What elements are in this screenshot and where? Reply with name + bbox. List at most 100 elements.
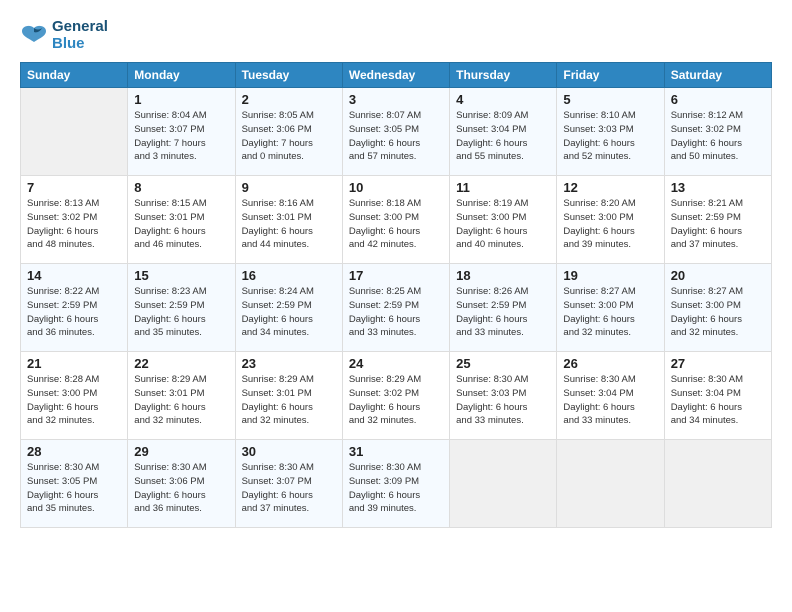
calendar-cell: 27 Sunrise: 8:30 AM Sunset: 3:04 PM Dayli… — [664, 352, 771, 440]
calendar-week-5: 28Sunrise: 8:30 AM Sunset: 3:05 PM Dayli… — [21, 440, 772, 528]
calendar-cell — [21, 88, 128, 176]
day-info: Sunrise: 8:30 AM Sunset: 3:04 PM Dayligh… — [671, 373, 765, 428]
day-number: 5 — [563, 92, 657, 107]
calendar-week-1: 1Sunrise: 8:04 AM Sunset: 3:07 PM Daylig… — [21, 88, 772, 176]
day-info: Sunrise: 8:19 AM Sunset: 3:00 PM Dayligh… — [456, 197, 550, 252]
day-number: 3 — [349, 92, 443, 107]
day-number: 27 — [671, 356, 765, 371]
calendar-cell: 21Sunrise: 8:28 AM Sunset: 3:00 PM Dayli… — [21, 352, 128, 440]
calendar-cell: 26 Sunrise: 8:30 AM Sunset: 3:04 PM Dayli… — [557, 352, 664, 440]
calendar-cell: 15 Sunrise: 8:23 AM Sunset: 2:59 PM Dayli… — [128, 264, 235, 352]
day-number: 8 — [134, 180, 228, 195]
day-number: 23 — [242, 356, 336, 371]
day-number: 25 — [456, 356, 550, 371]
calendar-cell: 2 Sunrise: 8:05 AM Sunset: 3:06 PM Daylig… — [235, 88, 342, 176]
day-info: Sunrise: 8:13 AM Sunset: 3:02 PM Dayligh… — [27, 197, 121, 252]
day-info: Sunrise: 8:21 AM Sunset: 2:59 PM Dayligh… — [671, 197, 765, 252]
calendar-cell: 6 Sunrise: 8:12 AM Sunset: 3:02 PM Daylig… — [664, 88, 771, 176]
day-info: Sunrise: 8:29 AM Sunset: 3:01 PM Dayligh… — [134, 373, 228, 428]
day-number: 31 — [349, 444, 443, 459]
calendar-week-4: 21Sunrise: 8:28 AM Sunset: 3:00 PM Dayli… — [21, 352, 772, 440]
calendar-cell: 8 Sunrise: 8:15 AM Sunset: 3:01 PM Daylig… — [128, 176, 235, 264]
calendar-cell: 16 Sunrise: 8:24 AM Sunset: 2:59 PM Dayli… — [235, 264, 342, 352]
day-number: 19 — [563, 268, 657, 283]
calendar-cell: 20Sunrise: 8:27 AM Sunset: 3:00 PM Dayli… — [664, 264, 771, 352]
logo-icon — [20, 24, 48, 46]
logo-text: General Blue — [52, 18, 108, 52]
calendar-cell: 25Sunrise: 8:30 AM Sunset: 3:03 PM Dayli… — [450, 352, 557, 440]
calendar-cell: 4 Sunrise: 8:09 AM Sunset: 3:04 PM Daylig… — [450, 88, 557, 176]
day-number: 30 — [242, 444, 336, 459]
day-info: Sunrise: 8:26 AM Sunset: 2:59 PM Dayligh… — [456, 285, 550, 340]
calendar-cell: 28Sunrise: 8:30 AM Sunset: 3:05 PM Dayli… — [21, 440, 128, 528]
weekday-header-friday: Friday — [557, 63, 664, 88]
calendar-cell: 23 Sunrise: 8:29 AM Sunset: 3:01 PM Dayli… — [235, 352, 342, 440]
calendar-cell — [557, 440, 664, 528]
day-number: 7 — [27, 180, 121, 195]
calendar-cell: 12 Sunrise: 8:20 AM Sunset: 3:00 PM Dayli… — [557, 176, 664, 264]
day-number: 29 — [134, 444, 228, 459]
day-info: Sunrise: 8:30 AM Sunset: 3:04 PM Dayligh… — [563, 373, 657, 428]
calendar-cell: 3 Sunrise: 8:07 AM Sunset: 3:05 PM Daylig… — [342, 88, 449, 176]
logo: General Blue — [20, 18, 108, 52]
day-info: Sunrise: 8:12 AM Sunset: 3:02 PM Dayligh… — [671, 109, 765, 164]
day-info: Sunrise: 8:15 AM Sunset: 3:01 PM Dayligh… — [134, 197, 228, 252]
page: General Blue SundayMondayTuesdayWednesda… — [0, 0, 792, 612]
day-number: 14 — [27, 268, 121, 283]
header: General Blue — [20, 18, 772, 52]
day-number: 13 — [671, 180, 765, 195]
calendar-cell: 22 Sunrise: 8:29 AM Sunset: 3:01 PM Dayli… — [128, 352, 235, 440]
day-number: 9 — [242, 180, 336, 195]
calendar-cell: 30Sunrise: 8:30 AM Sunset: 3:07 PM Dayli… — [235, 440, 342, 528]
day-info: Sunrise: 8:28 AM Sunset: 3:00 PM Dayligh… — [27, 373, 121, 428]
calendar-body: 1Sunrise: 8:04 AM Sunset: 3:07 PM Daylig… — [21, 88, 772, 528]
day-info: Sunrise: 8:22 AM Sunset: 2:59 PM Dayligh… — [27, 285, 121, 340]
day-info: Sunrise: 8:07 AM Sunset: 3:05 PM Dayligh… — [349, 109, 443, 164]
day-info: Sunrise: 8:27 AM Sunset: 3:00 PM Dayligh… — [563, 285, 657, 340]
calendar-cell: 24 Sunrise: 8:29 AM Sunset: 3:02 PM Dayli… — [342, 352, 449, 440]
day-info: Sunrise: 8:10 AM Sunset: 3:03 PM Dayligh… — [563, 109, 657, 164]
weekday-header-saturday: Saturday — [664, 63, 771, 88]
day-info: Sunrise: 8:18 AM Sunset: 3:00 PM Dayligh… — [349, 197, 443, 252]
day-number: 1 — [134, 92, 228, 107]
day-number: 4 — [456, 92, 550, 107]
day-number: 6 — [671, 92, 765, 107]
day-number: 26 — [563, 356, 657, 371]
day-info: Sunrise: 8:25 AM Sunset: 2:59 PM Dayligh… — [349, 285, 443, 340]
calendar-cell: 5 Sunrise: 8:10 AM Sunset: 3:03 PM Daylig… — [557, 88, 664, 176]
calendar-cell: 17Sunrise: 8:25 AM Sunset: 2:59 PM Dayli… — [342, 264, 449, 352]
day-number: 11 — [456, 180, 550, 195]
calendar-cell — [664, 440, 771, 528]
calendar-cell: 9 Sunrise: 8:16 AM Sunset: 3:01 PM Daylig… — [235, 176, 342, 264]
day-info: Sunrise: 8:24 AM Sunset: 2:59 PM Dayligh… — [242, 285, 336, 340]
day-number: 16 — [242, 268, 336, 283]
day-info: Sunrise: 8:30 AM Sunset: 3:06 PM Dayligh… — [134, 461, 228, 516]
calendar-cell: 19 Sunrise: 8:27 AM Sunset: 3:00 PM Dayli… — [557, 264, 664, 352]
weekday-header-wednesday: Wednesday — [342, 63, 449, 88]
calendar-cell: 14 Sunrise: 8:22 AM Sunset: 2:59 PM Dayli… — [21, 264, 128, 352]
calendar-cell — [450, 440, 557, 528]
calendar-cell: 10 Sunrise: 8:18 AM Sunset: 3:00 PM Dayli… — [342, 176, 449, 264]
calendar-cell: 31 Sunrise: 8:30 AM Sunset: 3:09 PM Dayli… — [342, 440, 449, 528]
calendar-cell: 1Sunrise: 8:04 AM Sunset: 3:07 PM Daylig… — [128, 88, 235, 176]
day-info: Sunrise: 8:09 AM Sunset: 3:04 PM Dayligh… — [456, 109, 550, 164]
day-number: 10 — [349, 180, 443, 195]
calendar-cell: 29 Sunrise: 8:30 AM Sunset: 3:06 PM Dayli… — [128, 440, 235, 528]
day-info: Sunrise: 8:29 AM Sunset: 3:01 PM Dayligh… — [242, 373, 336, 428]
day-number: 2 — [242, 92, 336, 107]
weekday-header-tuesday: Tuesday — [235, 63, 342, 88]
day-number: 28 — [27, 444, 121, 459]
calendar-week-2: 7 Sunrise: 8:13 AM Sunset: 3:02 PM Daylig… — [21, 176, 772, 264]
day-info: Sunrise: 8:05 AM Sunset: 3:06 PM Dayligh… — [242, 109, 336, 164]
weekday-header-sunday: Sunday — [21, 63, 128, 88]
day-number: 24 — [349, 356, 443, 371]
day-info: Sunrise: 8:20 AM Sunset: 3:00 PM Dayligh… — [563, 197, 657, 252]
day-number: 12 — [563, 180, 657, 195]
day-info: Sunrise: 8:23 AM Sunset: 2:59 PM Dayligh… — [134, 285, 228, 340]
day-number: 22 — [134, 356, 228, 371]
day-number: 15 — [134, 268, 228, 283]
day-info: Sunrise: 8:29 AM Sunset: 3:02 PM Dayligh… — [349, 373, 443, 428]
day-info: Sunrise: 8:16 AM Sunset: 3:01 PM Dayligh… — [242, 197, 336, 252]
weekday-header-row: SundayMondayTuesdayWednesdayThursdayFrid… — [21, 63, 772, 88]
day-info: Sunrise: 8:30 AM Sunset: 3:09 PM Dayligh… — [349, 461, 443, 516]
